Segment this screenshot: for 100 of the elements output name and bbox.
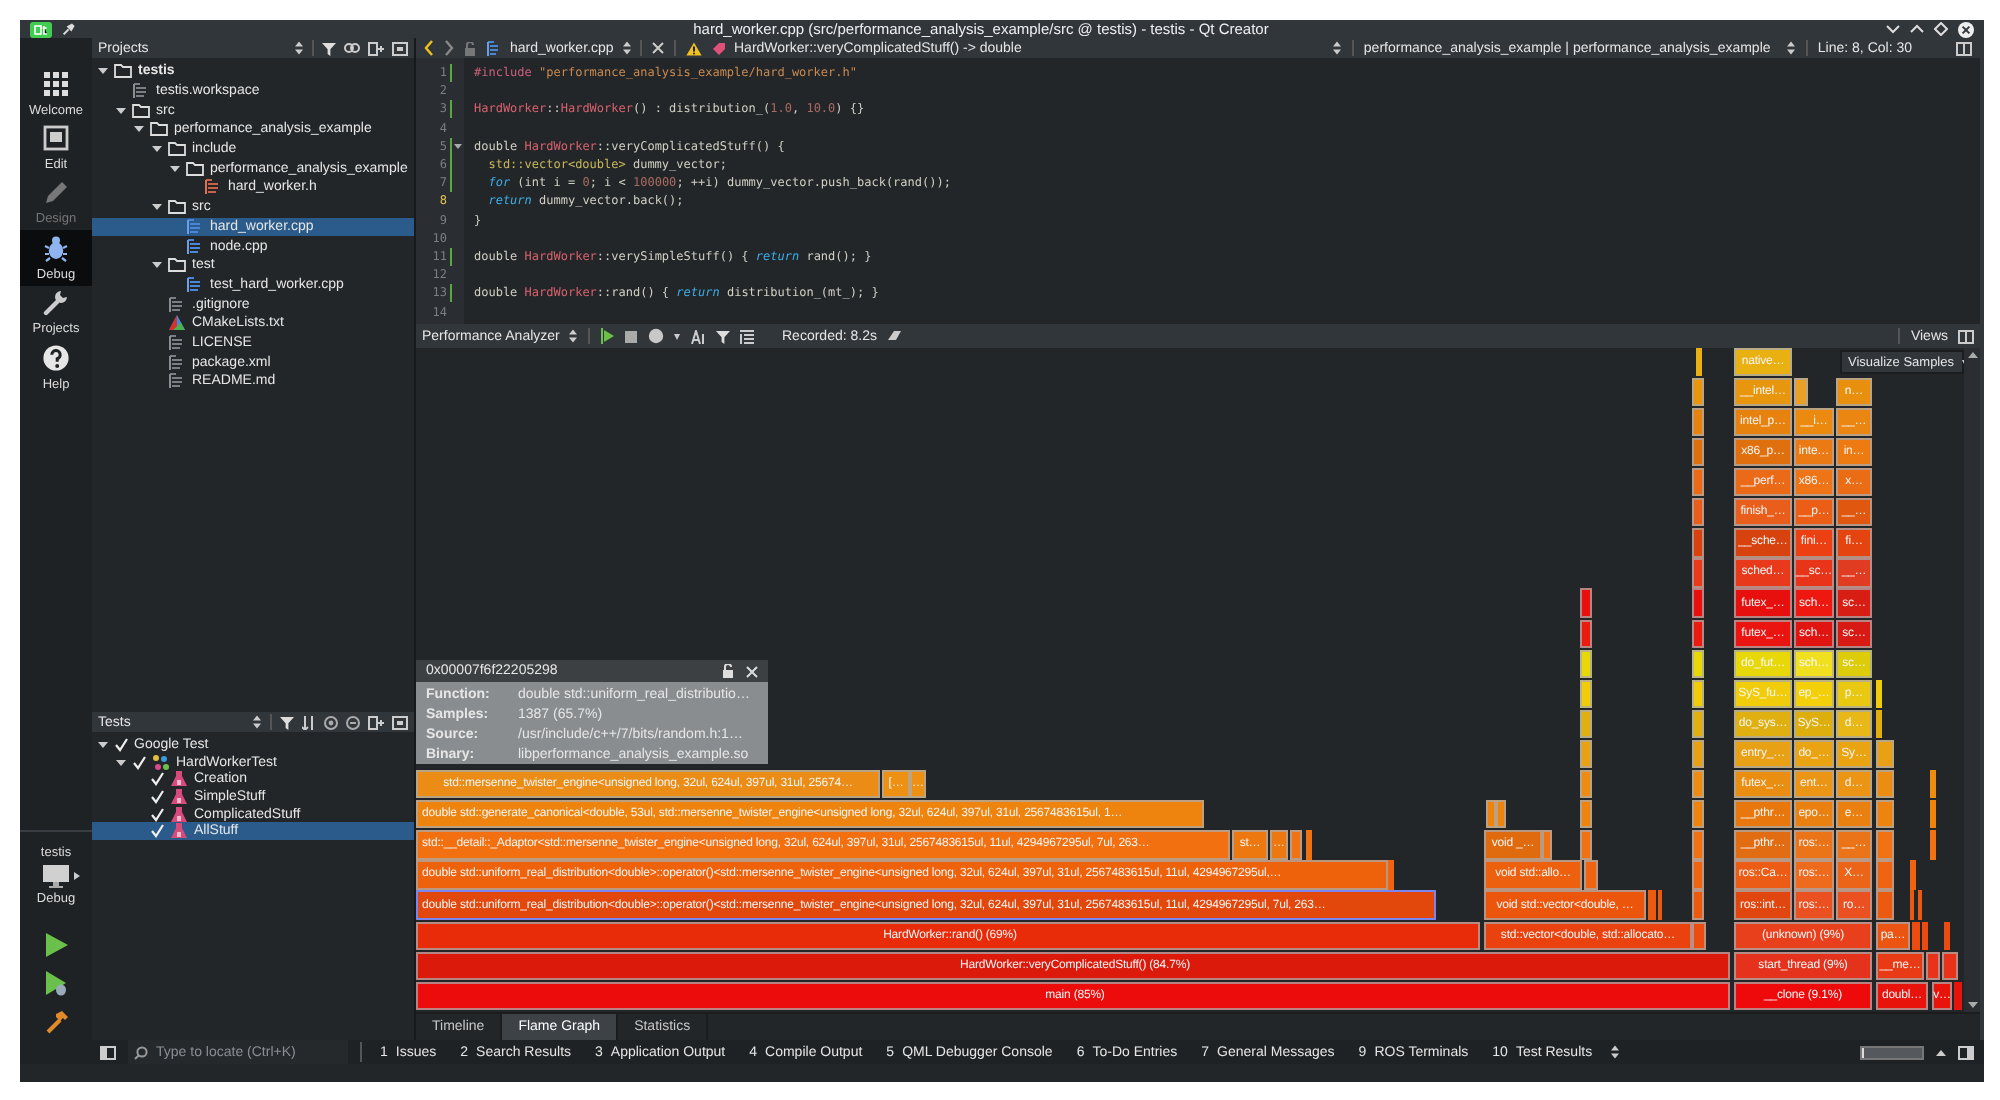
down-arrow-icon[interactable] bbox=[1967, 1002, 1977, 1008]
fold-icon[interactable] bbox=[454, 142, 462, 151]
flame-block[interactable] bbox=[1580, 619, 1592, 648]
run-tests-icon[interactable] bbox=[324, 715, 338, 729]
sidebar-toggle-icon[interactable] bbox=[100, 1045, 116, 1059]
checkbox[interactable] bbox=[150, 772, 164, 787]
flame-block[interactable] bbox=[1580, 649, 1592, 678]
hammer-icon[interactable] bbox=[44, 1009, 68, 1033]
flame-block[interactable] bbox=[1692, 377, 1704, 406]
flask-icon bbox=[170, 787, 188, 806]
flame-block[interactable] bbox=[1486, 800, 1496, 829]
checkbox[interactable] bbox=[150, 807, 164, 822]
flame-block[interactable] bbox=[1692, 709, 1704, 739]
maximize-icon[interactable] bbox=[1910, 24, 1924, 34]
flame-block[interactable] bbox=[1876, 739, 1894, 769]
monitor-icon bbox=[42, 863, 70, 887]
up-arrow-icon[interactable] bbox=[1936, 1049, 1946, 1055]
checkbox[interactable] bbox=[132, 755, 146, 770]
forward-icon[interactable] bbox=[444, 40, 454, 56]
flame-block[interactable] bbox=[1580, 739, 1592, 769]
debug-run-icon[interactable] bbox=[44, 970, 68, 996]
document-icon bbox=[186, 275, 204, 294]
updown-arrows-icon bbox=[621, 40, 632, 56]
grid-icon bbox=[42, 69, 70, 98]
list-icon[interactable] bbox=[740, 329, 754, 343]
flame-block[interactable] bbox=[1692, 770, 1704, 799]
start-icon[interactable] bbox=[600, 328, 614, 344]
flame-block[interactable] bbox=[1692, 800, 1704, 829]
flame-block[interactable] bbox=[1876, 770, 1894, 799]
pin-icon[interactable] bbox=[62, 22, 76, 36]
flask-icon bbox=[170, 770, 188, 789]
flame-block[interactable] bbox=[1926, 951, 1940, 980]
flame-block[interactable] bbox=[1580, 679, 1592, 708]
flame-block[interactable] bbox=[1580, 709, 1592, 739]
flame-block[interactable] bbox=[1580, 800, 1592, 829]
flame-block[interactable] bbox=[1876, 709, 1882, 739]
flame-block[interactable] bbox=[1692, 649, 1704, 678]
wrench-icon bbox=[42, 288, 70, 317]
triangle-icon bbox=[168, 314, 186, 333]
flame-block[interactable] bbox=[1496, 800, 1506, 829]
flame-block[interactable] bbox=[1692, 407, 1704, 437]
filter-icon[interactable] bbox=[716, 329, 730, 343]
scrollbar[interactable] bbox=[1964, 348, 1980, 1012]
flame-block[interactable] bbox=[1692, 619, 1704, 648]
minimize-icon[interactable] bbox=[1886, 24, 1900, 34]
bug-icon bbox=[42, 233, 70, 262]
back-icon[interactable] bbox=[424, 40, 434, 56]
checkbox[interactable] bbox=[150, 824, 164, 839]
sidebar-toggle-icon[interactable] bbox=[1958, 1045, 1974, 1059]
document-icon bbox=[204, 178, 222, 197]
folder-icon bbox=[114, 62, 132, 81]
sort-icon[interactable] bbox=[690, 329, 706, 343]
close-icon[interactable] bbox=[1958, 21, 1974, 37]
lock-icon bbox=[464, 41, 476, 55]
flame-block[interactable] bbox=[1692, 739, 1704, 769]
run-icon[interactable] bbox=[44, 932, 68, 958]
eraser-icon[interactable] bbox=[886, 330, 903, 342]
split-icon[interactable] bbox=[368, 41, 384, 55]
folder-icon bbox=[168, 256, 186, 275]
flame-block[interactable] bbox=[1692, 921, 1706, 950]
updown-arrows-icon bbox=[1610, 1044, 1621, 1060]
flame-block[interactable] bbox=[1692, 437, 1704, 467]
up-arrow-icon[interactable] bbox=[1967, 352, 1977, 358]
document-icon bbox=[168, 333, 186, 352]
stop-icon[interactable] bbox=[624, 329, 638, 343]
updown-arrows-icon bbox=[1331, 40, 1342, 56]
filter-icon[interactable] bbox=[280, 715, 294, 729]
document-icon bbox=[186, 217, 204, 236]
help-icon bbox=[42, 343, 70, 372]
document-icon bbox=[168, 295, 186, 314]
app-logo-icon bbox=[30, 21, 52, 37]
flame-block[interactable] bbox=[1942, 951, 1958, 980]
document-icon bbox=[132, 82, 150, 101]
diamond-icon[interactable] bbox=[1934, 22, 1948, 36]
split-icon[interactable] bbox=[368, 715, 384, 729]
flame-block[interactable] bbox=[1692, 468, 1704, 497]
flame-block[interactable] bbox=[1794, 377, 1808, 406]
folder-icon bbox=[168, 198, 186, 217]
checkbox[interactable] bbox=[114, 737, 128, 752]
updown-arrows-icon bbox=[294, 40, 304, 56]
flame-block[interactable] bbox=[1930, 800, 1936, 829]
flame-block[interactable] bbox=[1876, 679, 1882, 708]
flame-block[interactable] bbox=[1692, 498, 1704, 527]
sort-icon[interactable] bbox=[302, 715, 316, 729]
lock-icon[interactable] bbox=[722, 664, 734, 678]
flame-block[interactable] bbox=[1692, 679, 1704, 708]
caret-icon[interactable] bbox=[674, 333, 680, 339]
split-view-icon[interactable] bbox=[1956, 41, 1972, 55]
colored-dots-icon bbox=[152, 753, 170, 772]
flame-block[interactable] bbox=[1876, 800, 1894, 829]
close-panel-icon[interactable] bbox=[392, 41, 408, 55]
checkbox[interactable] bbox=[150, 789, 164, 804]
record-icon[interactable] bbox=[648, 328, 664, 344]
flame-block[interactable] bbox=[1580, 770, 1592, 799]
link-icon[interactable] bbox=[344, 42, 360, 54]
split-view-icon[interactable] bbox=[1958, 329, 1974, 343]
flame-block[interactable] bbox=[1930, 770, 1936, 799]
run-selected-icon[interactable] bbox=[346, 715, 360, 729]
flask-icon bbox=[170, 822, 188, 841]
close-panel-icon[interactable] bbox=[392, 715, 408, 729]
